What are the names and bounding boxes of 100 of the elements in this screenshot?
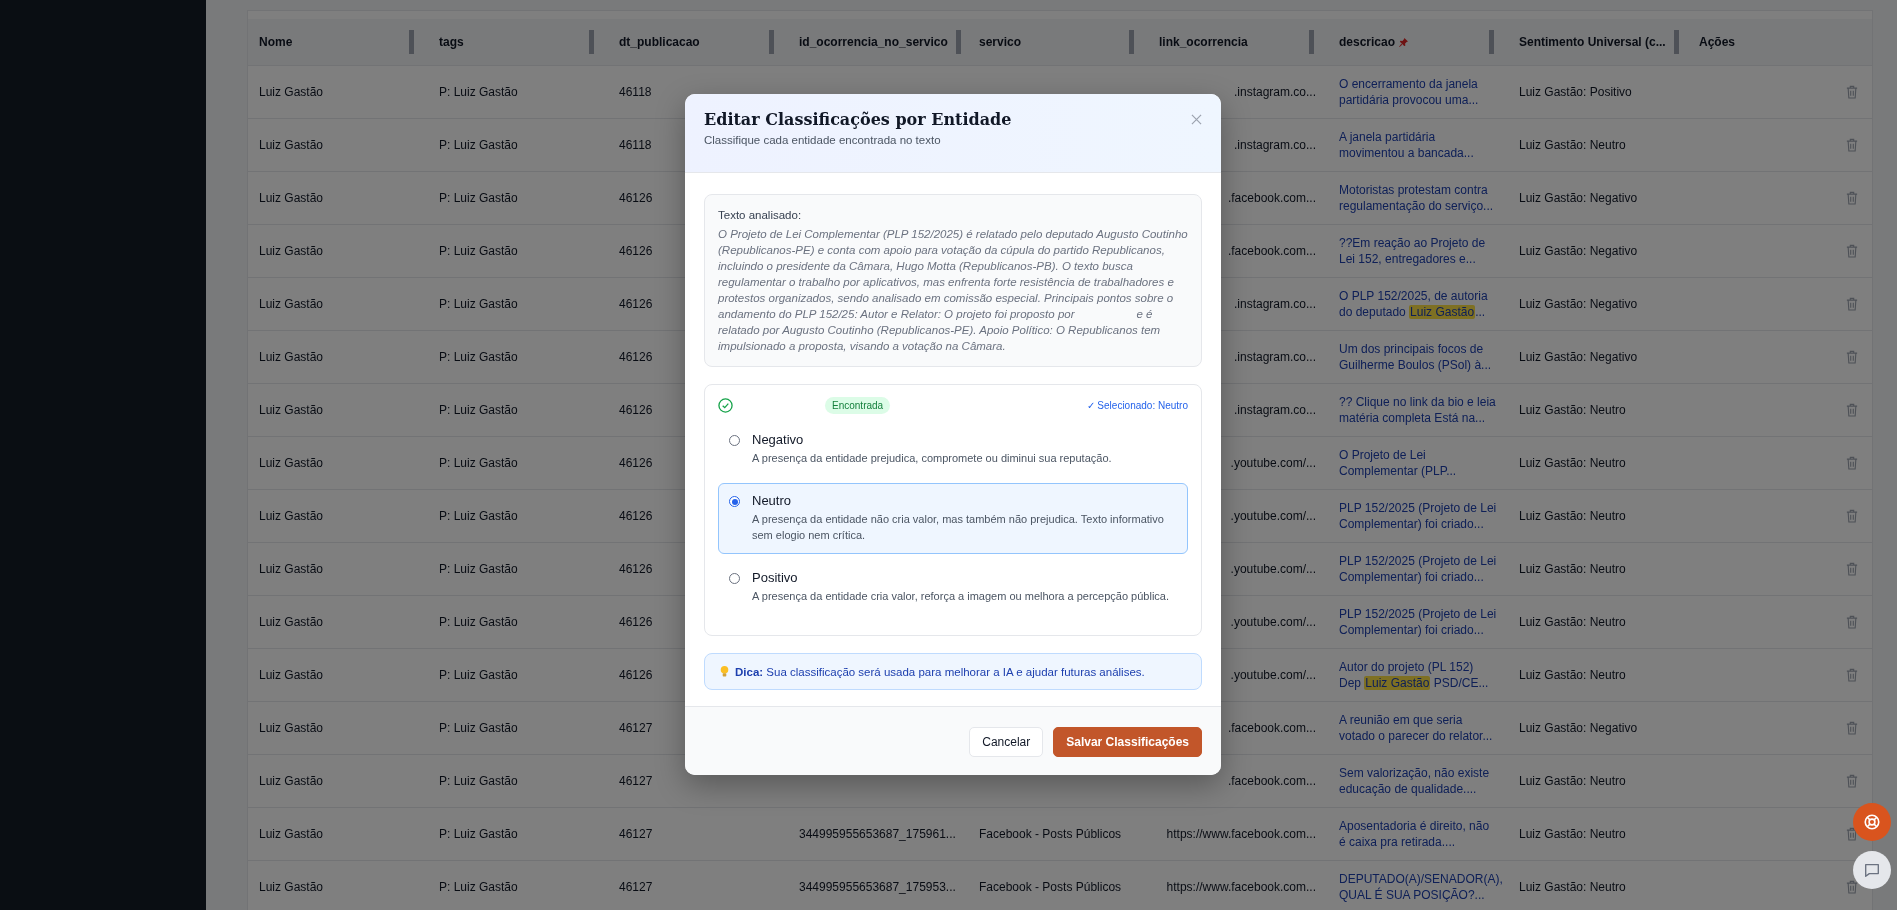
description-link[interactable]: é caixa pra retirada.... xyxy=(1339,834,1456,850)
description-link[interactable]: Complementar) foi criado... xyxy=(1339,516,1484,532)
resize-handle[interactable] xyxy=(1673,30,1679,54)
resize-handle[interactable] xyxy=(409,30,414,54)
resize-handle[interactable] xyxy=(1129,30,1134,54)
table-cell: Luiz Gastão xyxy=(259,827,324,841)
table-cell: P: Luiz Gastão xyxy=(439,880,518,894)
trash-icon[interactable] xyxy=(1846,880,1858,894)
table-cell: P: Luiz Gastão xyxy=(439,774,518,788)
sentiment-option[interactable]: Neutro A presença da entidade não cria valor, mas também não prejudica. Texto informativo sem elogio nem crítica. xyxy=(718,483,1188,554)
trash-icon[interactable] xyxy=(1846,403,1858,417)
highlighted-name: Luiz Gastão xyxy=(1409,305,1476,319)
trash-icon[interactable] xyxy=(1846,615,1858,629)
table-cell: P: Luiz Gastão xyxy=(439,721,518,735)
lifebuoy-icon xyxy=(1863,813,1881,831)
trash-icon[interactable] xyxy=(1846,668,1858,682)
description-link[interactable]: movimentou a bancada... xyxy=(1339,145,1474,161)
trash-icon[interactable] xyxy=(1846,721,1858,735)
radio-button[interactable] xyxy=(729,435,740,446)
table-cell: 46126 xyxy=(619,297,653,311)
trash-icon[interactable] xyxy=(1846,456,1858,470)
table-cell: 46126 xyxy=(619,668,653,682)
description-link[interactable]: Complementar (PLP... xyxy=(1339,463,1457,479)
description-link[interactable]: do deputado Luiz Gastão... xyxy=(1339,304,1486,320)
description-link[interactable]: Motoristas protestam contra xyxy=(1339,182,1488,198)
description-link[interactable]: ?? Clique no link da bio e leia xyxy=(1339,394,1496,410)
description-link[interactable]: PLP 152/2025 (Projeto de Lei xyxy=(1339,500,1497,516)
description-link[interactable]: Complementar) foi criado... xyxy=(1339,622,1484,638)
description-link[interactable]: O encerramento da janela xyxy=(1339,76,1478,92)
table-cell: P: Luiz Gastão xyxy=(439,827,518,841)
description-link[interactable]: educação de qualidade.... xyxy=(1339,781,1477,797)
table-cell: 46126 xyxy=(619,509,653,523)
description-link[interactable]: O PLP 152/2025, de autoria xyxy=(1339,288,1488,304)
table-cell: Luiz Gastão: Negativo xyxy=(1519,721,1638,735)
table-cell: Luiz Gastão xyxy=(259,297,324,311)
description-link[interactable]: votado o parecer do relator... xyxy=(1339,728,1493,744)
trash-icon[interactable] xyxy=(1846,509,1858,523)
table-cell: Luiz Gastão xyxy=(259,880,324,894)
column-header[interactable]: link_ocorrencia xyxy=(1159,35,1248,49)
resize-handle[interactable] xyxy=(1489,30,1494,54)
description-link[interactable]: regulamentação do serviço... xyxy=(1339,198,1494,214)
trash-icon[interactable] xyxy=(1846,562,1858,576)
highlighted-name: Luiz Gastão xyxy=(1364,676,1431,690)
description-link[interactable]: Dep Luiz Gastão PSD/CE... xyxy=(1339,675,1489,691)
trash-icon[interactable] xyxy=(1846,85,1858,99)
resize-handle[interactable] xyxy=(589,30,594,54)
table-cell: Luiz Gastão xyxy=(259,774,324,788)
column-header[interactable]: servico xyxy=(979,35,1022,49)
column-header[interactable]: Sentimento Universal (c... xyxy=(1519,35,1666,49)
sentiment-option[interactable]: Positivo A presença da entidade cria valor, reforça a imagem ou melhora a percepção pública. xyxy=(718,560,1188,615)
resize-handle[interactable] xyxy=(1309,30,1314,54)
trash-icon[interactable] xyxy=(1846,827,1858,841)
cancel-button[interactable]: Cancelar xyxy=(969,727,1044,757)
radio-button[interactable] xyxy=(729,496,740,507)
description-link[interactable]: A reunião em que seria xyxy=(1339,712,1463,728)
table-cell: .instagram.co... xyxy=(1233,85,1316,99)
trash-icon[interactable] xyxy=(1846,191,1858,205)
description-link[interactable]: matéria completa Está na... xyxy=(1339,410,1486,426)
description-link[interactable]: A janela partidária xyxy=(1339,129,1436,145)
column-header[interactable]: Nome xyxy=(259,35,293,49)
column-header[interactable]: tags xyxy=(439,35,464,49)
table-cell: .youtube.com/... xyxy=(1230,456,1316,470)
description-link[interactable]: QUAL É SUA POSIÇÃO?... xyxy=(1339,887,1485,903)
trash-icon[interactable] xyxy=(1846,297,1858,311)
description-link[interactable]: PLP 152/2025 (Projeto de Lei xyxy=(1339,606,1497,622)
sentiment-option[interactable]: Negativo A presença da entidade prejudica, compromete ou diminui sua reputação. xyxy=(718,422,1188,477)
modal-title: Editar Classificações por Entidade xyxy=(704,110,1013,129)
description-link[interactable]: partidária provocou uma... xyxy=(1339,92,1479,108)
table-cell: 46127 xyxy=(619,827,653,841)
table-cell: .youtube.com/... xyxy=(1230,668,1316,682)
table-cell: 46118 xyxy=(619,138,652,152)
table-cell: 46127 xyxy=(619,880,653,894)
trash-icon[interactable] xyxy=(1846,244,1858,258)
description-link[interactable]: PLP 152/2025 (Projeto de Lei xyxy=(1339,553,1497,569)
table-cell: P: Luiz Gastão xyxy=(439,85,518,99)
resize-handle[interactable] xyxy=(955,30,961,54)
column-header[interactable]: id_ocorrencia_no_servico xyxy=(799,35,948,49)
resize-handle[interactable] xyxy=(769,30,774,54)
description-link[interactable]: Um dos principais focos de xyxy=(1339,341,1484,357)
description-link[interactable]: Complementar) foi criado... xyxy=(1339,569,1484,585)
table-cell: .instagram.co... xyxy=(1233,350,1316,364)
description-link[interactable]: Aposentadoria é direito, não xyxy=(1339,818,1490,834)
table-cell: Luiz Gastão xyxy=(259,615,324,629)
column-header[interactable]: Ações xyxy=(1699,35,1736,49)
description-link[interactable]: DEPUTADO(A)/SENADOR(A), xyxy=(1339,871,1503,887)
column-header[interactable]: dt_publicacao xyxy=(619,35,700,49)
trash-icon[interactable] xyxy=(1846,774,1858,788)
close-icon[interactable] xyxy=(1191,114,1202,125)
description-link[interactable]: Guilherme Boulos (PSol) à... xyxy=(1339,357,1492,373)
description-link[interactable]: Lei 152, entregadores e... xyxy=(1339,251,1476,267)
description-link[interactable]: ??Em reação ao Projeto de xyxy=(1339,235,1486,251)
table-cell: 46126 xyxy=(619,191,653,205)
save-button[interactable]: Salvar Classificações xyxy=(1053,727,1202,757)
description-link[interactable]: Autor do projeto (PL 152) xyxy=(1339,659,1474,675)
description-link[interactable]: Sem valorização, não existe xyxy=(1339,765,1490,781)
trash-icon[interactable] xyxy=(1846,350,1858,364)
description-link[interactable]: O Projeto de Lei xyxy=(1339,447,1426,463)
radio-button[interactable] xyxy=(729,573,740,584)
trash-icon[interactable] xyxy=(1846,138,1858,152)
column-header[interactable]: descricao xyxy=(1339,35,1396,49)
